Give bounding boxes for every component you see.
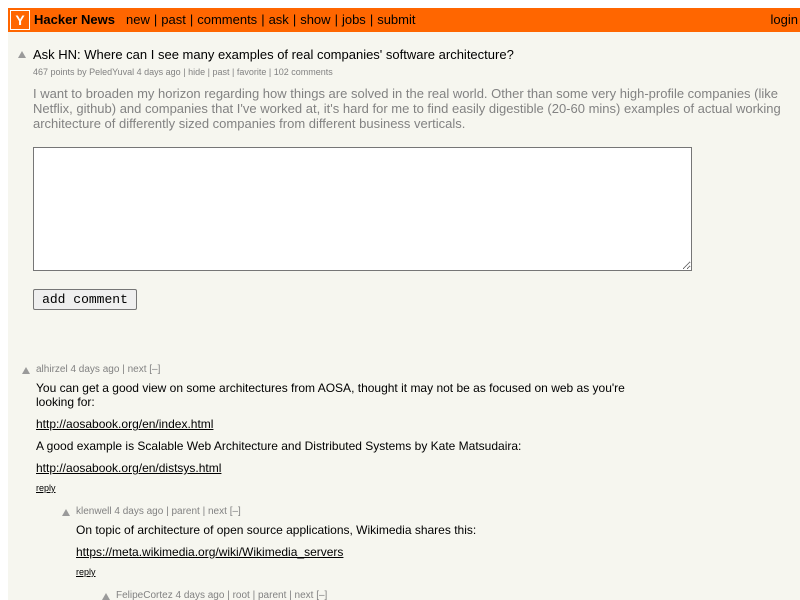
comment-age[interactable]: 4 days ago xyxy=(175,590,224,600)
story-by-label: by xyxy=(77,67,87,77)
comment-author[interactable]: klenwell xyxy=(76,506,112,517)
comments-count-link[interactable]: 102 comments xyxy=(274,67,333,77)
nav-separator: | xyxy=(369,12,374,27)
nav-ask[interactable]: ask xyxy=(269,12,289,27)
story-author[interactable]: PeledYuval xyxy=(89,67,134,77)
header-bar: Y Hacker News new | past | comments | ask | show… xyxy=(8,8,800,32)
comment-link[interactable]: https://meta.wikimedia.org/wiki/Wikimedi… xyxy=(76,545,343,559)
comment-header: alhirzel 4 days ago | next [–] xyxy=(36,364,161,375)
comment-header: FelipeCortez 4 days ago | root | parent … xyxy=(116,590,328,600)
hn-logo[interactable]: Y xyxy=(10,10,30,30)
collapse-toggle[interactable]: [–] xyxy=(316,590,327,600)
comment-age[interactable]: 4 days ago xyxy=(114,506,163,517)
story-meta: 467 points by PeledYuval 4 days ago | hi… xyxy=(33,67,333,77)
story-title[interactable]: Ask HN: Where can I see many examples of… xyxy=(33,47,514,62)
comment-author[interactable]: alhirzel xyxy=(36,364,68,375)
nav-comments[interactable]: comments xyxy=(197,12,257,27)
comment-parent-link[interactable]: parent xyxy=(171,506,199,517)
nav-separator: | xyxy=(334,12,338,27)
story-points: 467 points xyxy=(33,67,75,77)
nav-submit[interactable]: submit xyxy=(377,12,415,27)
nav-links: new | past | comments | ask | show | jobs | submit xyxy=(126,12,416,27)
collapse-toggle[interactable]: [–] xyxy=(230,506,241,517)
site-name[interactable]: Hacker News xyxy=(34,12,115,27)
past-link[interactable]: past xyxy=(212,67,229,77)
reply-link[interactable]: reply xyxy=(36,483,56,493)
comment-root-link[interactable]: root xyxy=(233,590,250,600)
nav-separator: | xyxy=(261,12,265,27)
login-link[interactable]: login xyxy=(771,12,798,27)
nav-past[interactable]: past xyxy=(161,12,186,27)
nav-show[interactable]: show xyxy=(300,12,330,27)
comment-paragraph: You can get a good view on some architec… xyxy=(36,381,625,409)
comment-next-link[interactable]: next xyxy=(208,506,227,517)
nav-separator: | xyxy=(189,12,194,27)
hide-link[interactable]: hide xyxy=(188,67,205,77)
comment-parent-link[interactable]: parent xyxy=(258,590,286,600)
upvote-arrow-icon[interactable] xyxy=(62,509,70,516)
favorite-link[interactable]: favorite xyxy=(237,67,267,77)
add-comment-button[interactable]: add comment xyxy=(33,289,137,310)
comment-paragraph: A good example is Scalable Web Architect… xyxy=(36,439,522,453)
page-container: Y Hacker News new | past | comments | ask | show… xyxy=(8,8,800,600)
collapse-toggle[interactable]: [–] xyxy=(149,364,160,375)
nav-separator: | xyxy=(292,12,297,27)
upvote-arrow-icon[interactable] xyxy=(102,593,110,600)
upvote-arrow-icon[interactable] xyxy=(18,51,26,58)
story-text: I want to broaden my horizon regarding h… xyxy=(33,86,781,131)
story-age[interactable]: 4 days ago xyxy=(137,67,181,77)
comment-link[interactable]: http://aosabook.org/en/index.html xyxy=(36,417,213,431)
comment-header: klenwell 4 days ago | parent | next [–] xyxy=(76,506,241,517)
nav-separator: | xyxy=(153,12,158,27)
comment-next-link[interactable]: next xyxy=(128,364,147,375)
comment-paragraph: On topic of architecture of open source … xyxy=(76,523,477,537)
upvote-arrow-icon[interactable] xyxy=(22,367,30,374)
comment-next-link[interactable]: next xyxy=(295,590,314,600)
comment-textarea[interactable] xyxy=(33,147,692,271)
nav-new[interactable]: new xyxy=(126,12,150,27)
comment-author[interactable]: FelipeCortez xyxy=(116,590,173,600)
reply-link[interactable]: reply xyxy=(76,567,96,577)
comment-age[interactable]: 4 days ago xyxy=(70,364,119,375)
nav-jobs[interactable]: jobs xyxy=(342,12,366,27)
comment-link[interactable]: http://aosabook.org/en/distsys.html xyxy=(36,461,221,475)
